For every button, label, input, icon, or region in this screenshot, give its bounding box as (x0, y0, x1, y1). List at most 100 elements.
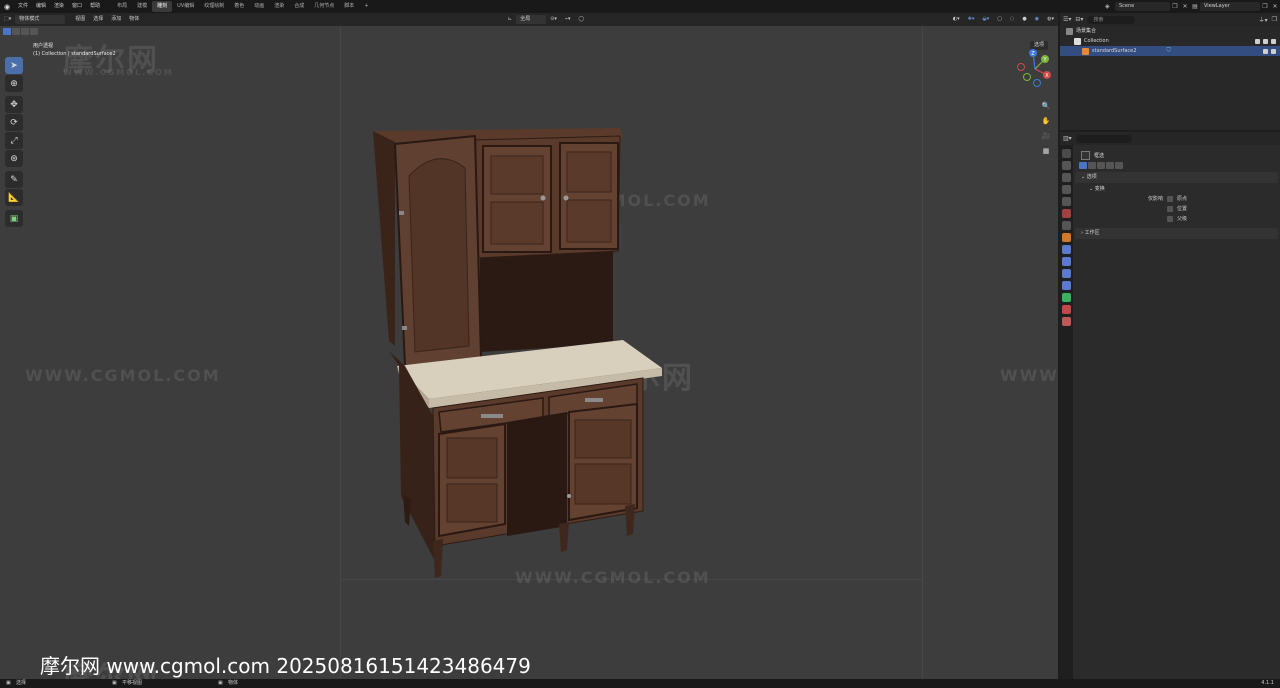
menu-window[interactable]: 窗口 (68, 0, 86, 13)
tab-animation[interactable]: 动画 (249, 1, 269, 12)
section-workspace[interactable]: › 工作区 (1075, 228, 1278, 239)
overlay-toggle-icon[interactable]: ◒▾ (978, 15, 993, 24)
select-new-icon[interactable] (3, 28, 11, 35)
gizmo-toggle-icon[interactable]: ✥▾ (964, 15, 979, 24)
camera-icon[interactable] (1271, 38, 1276, 44)
world-tab-icon[interactable] (1062, 209, 1071, 218)
affect-locations-checkbox[interactable] (1167, 206, 1173, 212)
view-layer-field[interactable]: ViewLayer (1200, 2, 1260, 11)
mode-dropdown[interactable]: 物体模式 (15, 15, 66, 24)
tab-texture-paint[interactable]: 纹理绘制 (199, 1, 229, 12)
modifier-tab-icon[interactable] (1062, 245, 1071, 254)
particles-tab-icon[interactable] (1062, 257, 1071, 266)
visibility-icon[interactable]: ◐▾ (949, 15, 964, 24)
affect-parents-checkbox[interactable] (1167, 216, 1173, 222)
menu-help[interactable]: 帮助 (86, 0, 104, 13)
tab-modeling[interactable]: 建模 (132, 1, 152, 12)
menu-add[interactable]: 添加 (107, 15, 125, 24)
xray-toggle-icon[interactable]: ▢ (993, 15, 1006, 24)
delete-view-layer-icon[interactable]: ✕ (1270, 3, 1280, 10)
output-tab-icon[interactable] (1062, 173, 1071, 182)
affect-origins-checkbox[interactable] (1167, 196, 1173, 202)
tab-layout[interactable]: 布局 (112, 1, 132, 12)
data-tab-icon[interactable] (1062, 293, 1071, 302)
select-box-tool[interactable]: ➤ (5, 57, 23, 74)
tab-compositing[interactable]: 合成 (289, 1, 309, 12)
navigation-gizmo[interactable]: Z X Y (1015, 47, 1055, 87)
shading-rendered-icon[interactable]: ◍▾ (1043, 15, 1058, 24)
pan-hand-icon[interactable]: ✋ (1039, 114, 1053, 127)
tree-row-scene-collection[interactable]: 场景集合 (1060, 26, 1280, 36)
cursor-tool[interactable]: ⊕ (5, 75, 23, 92)
rotate-tool[interactable]: ⟳ (5, 114, 23, 131)
editor-type-icon[interactable]: ⬚▾ (0, 15, 15, 24)
add-cube-tool[interactable]: ▣ (5, 210, 23, 227)
texture-tab-icon[interactable] (1062, 317, 1071, 326)
perspective-grid-icon[interactable]: ▦ (1039, 144, 1053, 157)
tab-sculpting[interactable]: 雕刻 (152, 1, 173, 12)
outliner-search-input[interactable]: 搜索 (1087, 15, 1136, 24)
gizmo-neg-z-axis[interactable] (1033, 79, 1041, 87)
outliner-editor-icon[interactable]: ☰▾ (1063, 16, 1071, 23)
subsection-transform[interactable]: ⌄ 变换 (1075, 184, 1278, 194)
orientation-icon[interactable]: ⊾ (504, 15, 516, 24)
select-extend-icon[interactable] (12, 28, 20, 35)
view-layer-tab-icon[interactable] (1062, 185, 1071, 194)
3d-viewport[interactable]: ⬚▾ 物体模式 视图 选择 添加 物体 ⊾ 全局 ⊙▾ ⌁▾ ◯ ◐▾ ✥▾ ◒… (0, 13, 1058, 679)
checkbox-icon[interactable] (1255, 38, 1260, 44)
transform-tool[interactable]: ⊛ (5, 150, 23, 167)
tab-shading[interactable]: 着色 (229, 1, 249, 12)
menu-edit[interactable]: 编辑 (32, 0, 50, 13)
section-options[interactable]: ⌄ 选项 (1075, 172, 1278, 183)
zoom-icon[interactable]: 🔍 (1039, 99, 1053, 112)
properties-editor-icon[interactable]: ▥▾ (1063, 135, 1072, 142)
gizmo-neg-y-axis[interactable] (1023, 73, 1031, 81)
eye-icon[interactable] (1263, 48, 1268, 54)
menu-render[interactable]: 渲染 (50, 0, 68, 13)
shading-wireframe-icon[interactable]: ◌ (1006, 15, 1018, 24)
mode-subtract-icon[interactable] (1097, 162, 1105, 169)
menu-object[interactable]: 物体 (125, 15, 143, 24)
camera-view-icon[interactable]: 🎥 (1039, 129, 1053, 142)
camera-icon[interactable] (1271, 48, 1276, 54)
tab-scripting[interactable]: 脚本 (339, 1, 359, 12)
delete-scene-icon[interactable]: ✕ (1180, 3, 1190, 10)
mode-invert-icon[interactable] (1106, 162, 1114, 169)
tree-row-object[interactable]: standardSurface2 ⛉ (1060, 46, 1280, 56)
add-workspace-button[interactable]: + (359, 1, 373, 12)
select-intersect-icon[interactable] (30, 28, 38, 35)
shading-solid-icon[interactable]: ● (1018, 15, 1030, 24)
gizmo-neg-x-axis[interactable] (1017, 63, 1025, 71)
pivot-icon[interactable]: ⊙▾ (546, 15, 561, 24)
tab-uv-editing[interactable]: UV编辑 (172, 1, 199, 12)
new-collection-icon[interactable]: ❐ (1272, 16, 1277, 23)
menu-file[interactable]: 文件 (14, 0, 32, 13)
tree-row-collection[interactable]: Collection (1060, 36, 1280, 46)
blender-logo-icon[interactable]: ◉ (0, 0, 14, 13)
select-subtract-icon[interactable] (21, 28, 29, 35)
menu-select[interactable]: 选择 (89, 15, 107, 24)
properties-search-input[interactable] (1075, 134, 1132, 143)
collection-tab-icon[interactable] (1062, 221, 1071, 230)
menu-view[interactable]: 视图 (71, 15, 89, 24)
annotate-tool[interactable]: ✎ (5, 171, 23, 188)
new-scene-icon[interactable]: ❐ (1170, 3, 1180, 10)
tab-geometry-nodes[interactable]: 几何节点 (309, 1, 339, 12)
scene-field[interactable]: Scene (1115, 2, 1170, 11)
mode-intersect-icon[interactable] (1115, 162, 1123, 169)
mode-extend-icon[interactable] (1088, 162, 1096, 169)
mode-set-icon[interactable] (1079, 162, 1087, 169)
display-mode-icon[interactable]: ⊟▾ (1075, 16, 1083, 23)
render-tab-icon[interactable] (1062, 161, 1071, 170)
material-tab-icon[interactable] (1062, 305, 1071, 314)
tab-rendering[interactable]: 渲染 (269, 1, 289, 12)
filter-icon[interactable]: ⏚▾ (1259, 15, 1268, 24)
shading-material-icon[interactable]: ◉ (1031, 15, 1043, 24)
eye-icon[interactable] (1263, 38, 1268, 44)
scale-tool[interactable]: ⤢ (5, 132, 23, 149)
measure-tool[interactable]: 📐 (5, 189, 23, 206)
physics-tab-icon[interactable] (1062, 269, 1071, 278)
constraints-tab-icon[interactable] (1062, 281, 1071, 290)
cabinet-3d-model[interactable] (365, 116, 670, 581)
object-tab-icon[interactable] (1062, 233, 1071, 242)
